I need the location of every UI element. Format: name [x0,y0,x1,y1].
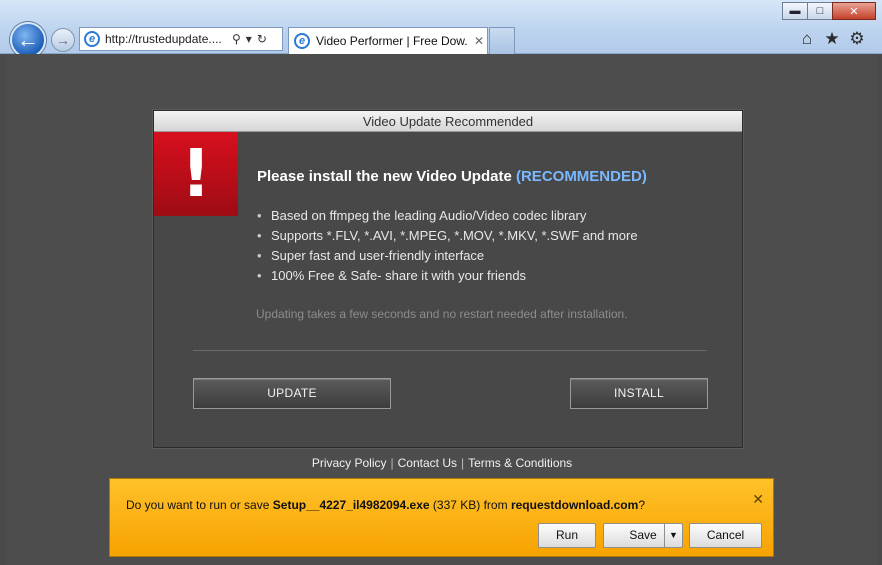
tab-video-performer[interactable]: e Video Performer | Free Dow... ✕ [288,27,488,54]
footer-separator: | [390,456,394,470]
update-button[interactable]: UPDATE [193,378,391,409]
install-note: Updating takes a few seconds and no rest… [256,307,628,321]
download-prompt: Do you want to run or save Setup__4227_i… [126,498,645,512]
run-button[interactable]: Run [538,523,596,548]
search-icon[interactable]: ⚲ [232,32,241,46]
back-button[interactable]: ← [10,22,46,58]
tab-title: Video Performer | Free Dow... [316,34,468,48]
refresh-icon[interactable]: ↻ [257,32,267,46]
favorites-icon[interactable]: ★ [821,29,843,49]
contact-us-link[interactable]: Contact Us [396,456,459,470]
maximize-button[interactable]: □ [807,2,833,20]
headline-text: Please install the new Video Update [257,168,512,185]
gear-icon[interactable]: ⚙ [846,29,868,49]
tab-close-icon[interactable]: ✕ [474,34,484,48]
alert-badge: ! [154,132,238,216]
save-options-icon[interactable]: ▼ [664,524,682,547]
install-button[interactable]: INSTALL [570,378,708,409]
close-icon[interactable]: ✕ [752,491,764,508]
download-size: (337 KB) from [432,498,508,512]
divider [193,350,707,351]
download-prompt-suffix: ? [638,498,645,512]
browser-chrome: ▬ □ ✕ ← → e http://trustedupdate.... ⚲ ▾… [0,0,882,58]
feature-list: Based on ffmpeg the leading Audio/Video … [257,206,638,286]
save-button[interactable]: Save ▼ [603,523,683,548]
chevron-down-icon[interactable]: ▾ [246,32,252,46]
cancel-button[interactable]: Cancel [689,523,762,548]
footer-links: Privacy Policy | Contact Us | Terms & Condit… [7,456,877,470]
list-item: Supports *.FLV, *.AVI, *.MPEG, *.MOV, *.… [257,226,638,246]
recommended-tag: (RECOMMENDED) [515,168,647,185]
download-source: requestdownload.com [510,498,639,512]
download-filename: Setup__4227_il4982094.exe [272,498,430,512]
address-url[interactable]: http://trustedupdate.... [105,32,227,46]
close-window-button[interactable]: ✕ [832,2,876,20]
update-dialog: Video Update Recommended ! Please instal… [153,110,743,448]
privacy-policy-link[interactable]: Privacy Policy [310,456,389,470]
list-item: 100% Free & Safe- share it with your fri… [257,266,638,286]
address-bar[interactable]: e http://trustedupdate.... ⚲ ▾ ↻ [79,27,283,51]
window-controls: ▬ □ ✕ [782,2,876,20]
new-tab-button[interactable] [489,27,515,54]
list-item: Based on ffmpeg the leading Audio/Video … [257,206,638,226]
tab-favicon-icon: e [294,33,310,49]
forward-button[interactable]: → [51,28,75,52]
minimize-button[interactable]: ▬ [782,2,808,20]
dialog-title: Video Update Recommended [154,111,742,132]
ie-logo-icon: e [84,31,100,47]
terms-link[interactable]: Terms & Conditions [466,456,574,470]
download-notification-bar: Do you want to run or save Setup__4227_i… [109,478,774,557]
browser-toolbar: ⌂ ★ ⚙ [793,29,868,49]
dialog-headline: Please install the new Video Update (REC… [257,168,647,185]
download-prompt-prefix: Do you want to run or save [126,498,270,512]
home-icon[interactable]: ⌂ [796,29,818,49]
list-item: Super fast and user-friendly interface [257,246,638,266]
exclamation-icon: ! [180,135,212,212]
